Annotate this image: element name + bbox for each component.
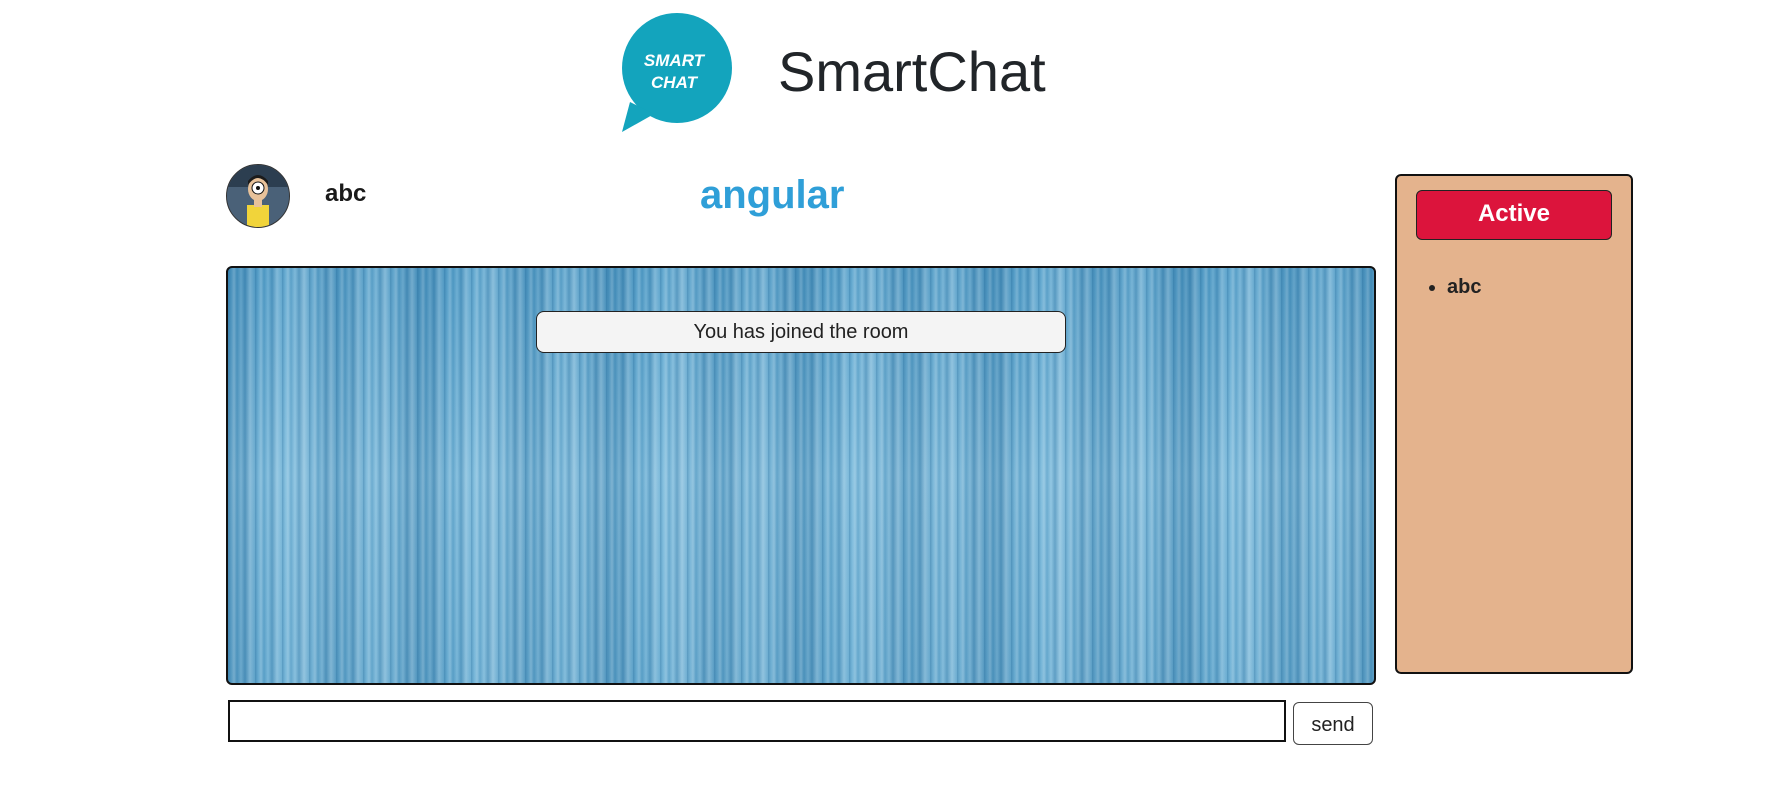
active-users-list: abc [1417,274,1481,300]
active-title-badge: Active [1416,190,1612,240]
active-users-panel: Active abc [1395,174,1633,674]
page: SMART CHAT SmartChat abc angular You has… [0,0,1772,811]
app-title: SmartChat [778,40,1046,103]
chat-messages-area[interactable]: You has joined the room [226,266,1376,685]
avatar-image [227,165,289,227]
system-message: You has joined the room [536,311,1066,353]
smartchat-logo: SMART CHAT [622,13,732,132]
message-input[interactable] [228,700,1286,742]
room-title: angular [700,173,845,217]
send-button[interactable]: send [1293,702,1373,745]
logo-text-line1: SMART [644,51,706,70]
username-label: abc [325,180,367,207]
user-avatar [226,164,290,228]
active-user-item: abc [1447,274,1481,300]
logo-text-line2: CHAT [651,73,699,92]
